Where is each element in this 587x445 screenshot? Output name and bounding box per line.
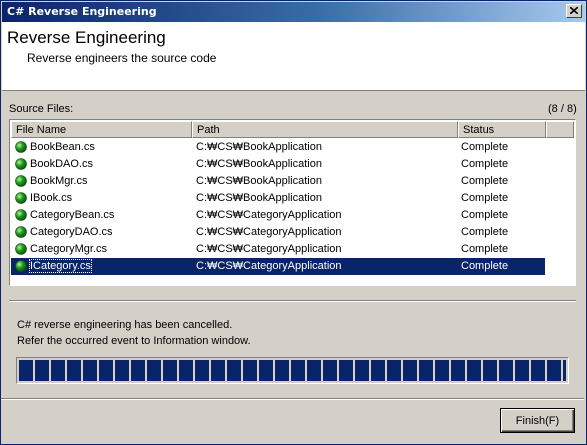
status-cell: Complete <box>461 158 509 170</box>
path-cell: C:₩CS₩BookApplication <box>196 192 322 204</box>
page-title: Reverse Engineering <box>7 28 166 47</box>
green-circle-icon <box>15 226 27 238</box>
file-name-cell: ICategory.cs <box>29 259 92 273</box>
file-count: (8 / 8) <box>548 103 577 115</box>
file-name-cell: BookDAO.cs <box>30 158 93 170</box>
path-cell: C:₩CS₩CategoryApplication <box>196 226 342 238</box>
green-circle-icon <box>15 158 27 170</box>
status-cell: Complete <box>461 192 509 204</box>
source-files-list[interactable]: File Name Path Status BookBean.cs C:₩CS₩B… <box>9 119 576 286</box>
path-cell: C:₩CS₩BookApplication <box>196 175 322 187</box>
table-row[interactable]: ICategory.cs C:₩CS₩CategoryApplication Com… <box>11 258 545 275</box>
green-circle-icon <box>15 260 27 272</box>
green-circle-icon <box>15 243 27 255</box>
finish-button[interactable]: Finish(F) <box>500 408 575 433</box>
file-name-cell: BookBean.cs <box>30 141 95 153</box>
close-button[interactable] <box>566 4 582 18</box>
path-cell: C:₩CS₩BookApplication <box>196 158 322 170</box>
column-status[interactable]: Status <box>458 121 546 138</box>
progress-fill <box>19 360 566 381</box>
progress-bar <box>16 357 569 384</box>
file-name-cell: BookMgr.cs <box>30 175 88 187</box>
close-icon <box>570 7 578 14</box>
message-line-2: Refer the occurred event to Information … <box>17 335 251 347</box>
status-cell: Complete <box>461 226 509 238</box>
table-row[interactable]: BookMgr.cs C:₩CS₩BookApplication Complete <box>11 173 574 190</box>
window-title: C# Reverse Engineering <box>7 5 157 18</box>
status-cell: Complete <box>461 243 509 255</box>
table-row[interactable]: CategoryDAO.cs C:₩CS₩CategoryApplication C… <box>11 224 574 241</box>
list-header: File Name Path Status <box>11 121 574 138</box>
column-filler <box>546 121 574 138</box>
green-circle-icon <box>15 192 27 204</box>
table-row[interactable]: CategoryMgr.cs C:₩CS₩CategoryApplication C… <box>11 241 574 258</box>
divider <box>9 300 576 302</box>
list-rows: BookBean.cs C:₩CS₩BookApplication Complete… <box>11 139 574 275</box>
green-circle-icon <box>15 209 27 221</box>
status-cell: Complete <box>461 175 509 187</box>
title-bar[interactable]: C# Reverse Engineering <box>2 2 585 22</box>
message-line-1: C# reverse engineering has been cancelle… <box>17 319 233 331</box>
path-cell: C:₩CS₩CategoryApplication <box>196 260 342 272</box>
page-subtitle: Reverse engineers the source code <box>27 51 217 65</box>
table-row[interactable]: IBook.cs C:₩CS₩BookApplication Complete <box>11 190 574 207</box>
status-cell: Complete <box>461 209 509 221</box>
table-row[interactable]: CategoryBean.cs C:₩CS₩CategoryApplication… <box>11 207 574 224</box>
path-cell: C:₩CS₩CategoryApplication <box>196 209 342 221</box>
status-cell: Complete <box>461 141 509 153</box>
path-cell: C:₩CS₩CategoryApplication <box>196 243 342 255</box>
file-name-cell: CategoryDAO.cs <box>30 226 113 238</box>
table-row[interactable]: BookBean.cs C:₩CS₩BookApplication Complete <box>11 139 574 156</box>
column-path[interactable]: Path <box>192 121 458 138</box>
wizard-header: Reverse Engineering Reverse engineers th… <box>2 22 585 91</box>
file-name-cell: IBook.cs <box>30 192 73 204</box>
green-circle-icon <box>15 141 27 153</box>
table-row[interactable]: BookDAO.cs C:₩CS₩BookApplication Complete <box>11 156 574 173</box>
file-name-cell: CategoryBean.cs <box>30 209 115 221</box>
column-file-name[interactable]: File Name <box>11 121 192 138</box>
footer-divider <box>1 398 584 400</box>
green-circle-icon <box>15 175 27 187</box>
status-cell: Complete <box>461 260 509 272</box>
file-name-cell: CategoryMgr.cs <box>30 243 108 255</box>
source-files-label: Source Files: <box>9 103 74 115</box>
path-cell: C:₩CS₩BookApplication <box>196 141 322 153</box>
